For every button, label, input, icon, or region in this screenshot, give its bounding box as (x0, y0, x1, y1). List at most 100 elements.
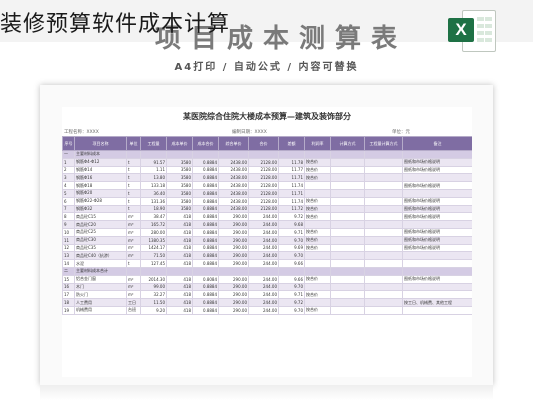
table-cell: 钢筋Φ18 (74, 181, 127, 190)
table-cell: 2438.00 (218, 157, 249, 167)
table-cell: m² (126, 282, 141, 292)
table-cell (364, 235, 403, 245)
table-cell (364, 157, 403, 167)
table-cell: 6 (62, 196, 75, 206)
table-cell: 9.70 (278, 251, 305, 261)
table-cell: 11.77 (278, 165, 305, 175)
table-cell: 人工费用 (74, 298, 127, 307)
table-cell: 主要材料成本合计 (74, 266, 127, 276)
table-cell: 9.20 (140, 305, 167, 315)
table-cell (364, 227, 403, 237)
table-row: 19 机械费用 台班 9.20 418 0.8884 290.00 244.00 9.70 按合价 (62, 305, 472, 315)
table-cell: 图纸和市场价格说明 (402, 157, 472, 167)
table-cell: 244.00 (248, 259, 279, 268)
table-cell: t (126, 157, 141, 167)
column-header: 综合单价 (218, 136, 249, 151)
table-cell (402, 173, 472, 183)
table-cell: 图纸和市场价格说明 (402, 165, 472, 175)
table-cell (330, 196, 365, 206)
table-cell: 按合价 (304, 212, 331, 222)
table-cell: 按合价 (304, 235, 331, 245)
table-row: 16 木门 m² 99.00 418 0.8884 290.00 244.00 9.70 (62, 282, 472, 292)
table-cell (126, 266, 141, 276)
table-cell: 商品砼C25 (74, 227, 127, 237)
table-cell (402, 266, 472, 276)
table-cell: 0.8884 (192, 173, 219, 183)
table-cell: 2438.00 (218, 173, 249, 183)
table-cell: 244.00 (248, 220, 279, 229)
table-cell: 0.8884 (192, 204, 219, 214)
table-cell: 按合价 (304, 157, 331, 167)
table-cell: 1424.17 (140, 243, 167, 253)
table-row: 2 钢筋Φ14 t 1.11 3580 0.8884 2438.00 2128.00 11.77… (62, 165, 472, 175)
table-cell (166, 266, 193, 276)
table-cell (304, 150, 331, 159)
table-cell: 11 (62, 235, 75, 245)
table-cell: 13.80 (140, 173, 167, 183)
column-header: 项目名称 (74, 136, 127, 151)
table-cell: 1 (62, 157, 75, 167)
table-cell: t (126, 165, 141, 175)
table-cell: 3580 (166, 196, 193, 206)
table-cell: 0.8884 (192, 298, 219, 307)
table-row: 一主要材料成本 (62, 150, 472, 159)
excel-icon: X (448, 10, 496, 52)
table-cell: t (126, 173, 141, 183)
table-cell: 2128.00 (248, 173, 279, 183)
table-cell: m³ (126, 212, 141, 222)
table-cell (402, 305, 472, 315)
table-cell: 0.8884 (192, 227, 219, 237)
table-cell: m² (126, 290, 141, 300)
table-cell (304, 188, 331, 198)
table-cell: 165.72 (140, 220, 167, 229)
table-cell: 9.66 (278, 274, 305, 284)
page-title: 装修预算软件成本计算 (0, 12, 231, 37)
table-cell: 19 (62, 305, 75, 315)
table-cell: t (126, 259, 141, 268)
table-cell: 图纸和市场价格说明 (402, 204, 472, 214)
table-cell: 17 (62, 290, 75, 300)
table-cell: 280.00 (140, 227, 167, 237)
table-cell: 12 (62, 243, 75, 253)
table-cell: 2 (62, 165, 75, 175)
table-cell: 按工日、机械费、其他工程 (402, 298, 472, 307)
table-cell (192, 150, 219, 159)
table-cell (330, 235, 365, 245)
table-cell (330, 173, 365, 183)
table-cell (364, 282, 403, 292)
table-cell: 机械费用 (74, 305, 127, 315)
table-cell: 钢筋Φ16 (74, 173, 127, 183)
table-cell: 2128.00 (248, 196, 279, 206)
table-cell: m² (126, 274, 141, 284)
table-cell: m³ (126, 251, 141, 261)
table-cell (364, 181, 403, 190)
table-cell (364, 165, 403, 175)
table-cell: 按合价 (304, 227, 331, 237)
table-cell: 按合价 (304, 274, 331, 284)
table-cell: 9.70 (278, 305, 305, 315)
preview-shadow (40, 385, 493, 400)
table-cell (330, 212, 365, 222)
table-cell: 3580 (166, 181, 193, 190)
table-cell: 18.90 (140, 204, 167, 214)
table-cell: 131.36 (140, 196, 167, 206)
table-cell: 钢筋Φ20 (74, 188, 127, 198)
table-cell: 16 (62, 282, 75, 292)
table-cell: 290.00 (218, 259, 249, 268)
table-cell: t (126, 196, 141, 206)
table-cell (330, 266, 365, 276)
table-cell: 图纸和市场价格说明 (402, 274, 472, 284)
table-cell: 244.00 (248, 305, 279, 315)
table-cell (140, 266, 167, 276)
table-cell (248, 266, 279, 276)
table-cell (364, 259, 403, 268)
column-header: 计算方式 (330, 136, 365, 151)
table-cell: 9.72 (278, 298, 305, 307)
table-cell (304, 181, 331, 190)
table-cell: m³ (126, 227, 141, 237)
table-cell: 290.00 (218, 243, 249, 253)
excel-badge: X (448, 18, 474, 42)
table-cell (364, 173, 403, 183)
table-cell (192, 266, 219, 276)
table-cell (402, 188, 472, 198)
